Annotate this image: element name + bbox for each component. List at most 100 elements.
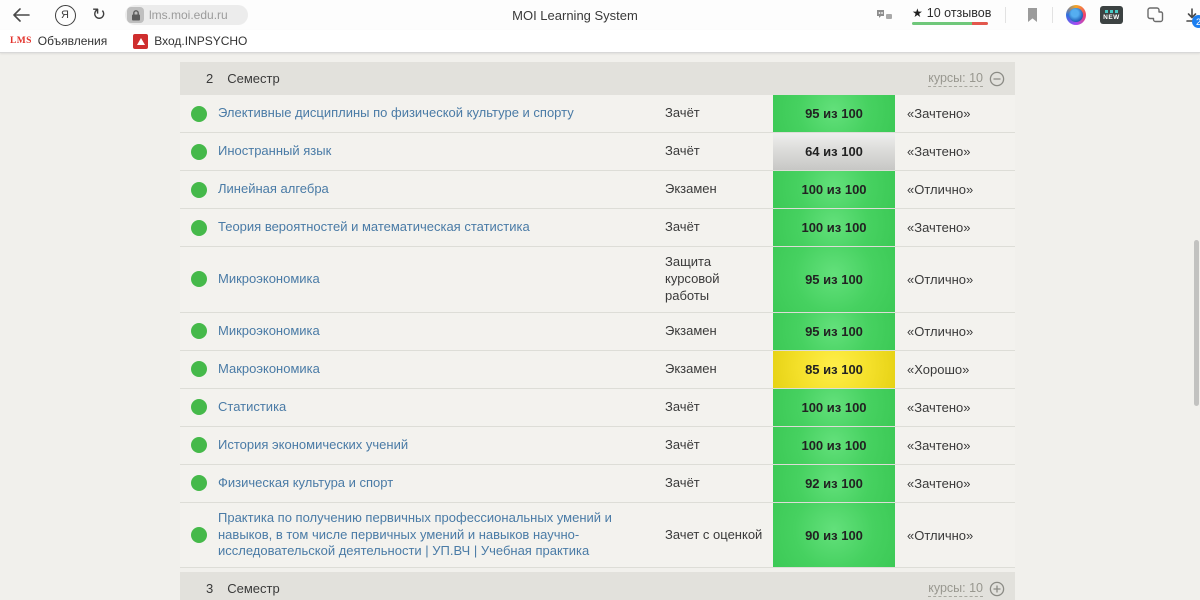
lock-icon[interactable] [127, 7, 144, 23]
score-badge: 64 из 100 [773, 133, 895, 170]
course-link[interactable]: Элективные дисциплины по физической куль… [218, 98, 665, 129]
course-link[interactable]: Линейная алгебра [218, 174, 665, 205]
grade-label: «Зачтено» [907, 220, 971, 235]
bookmarks-bar: LMS Объявления Вход.INPSYCHO [0, 30, 1200, 53]
course-link[interactable]: Практика по получению первичных професси… [218, 503, 665, 568]
assessment-type: Зачёт [665, 143, 700, 159]
rating-bar [912, 21, 988, 25]
status-dot-icon [191, 219, 207, 236]
status-dot-icon [191, 399, 207, 416]
status-dot-icon [191, 323, 207, 340]
course-link[interactable]: Статистика [218, 392, 665, 423]
semester-number: 2 [206, 71, 214, 86]
status-dot-icon [191, 271, 207, 288]
course-link[interactable]: Физическая культура и спорт [218, 468, 665, 499]
grades-panel: 2 Семестр курсы: 10 Элективные дисциплин… [180, 62, 1015, 600]
course-link[interactable]: Иностранный язык [218, 136, 665, 167]
score-badge: 95 из 100 [773, 312, 895, 350]
course-row: Статистика Зачёт 100 из 100 «Зачтено» [180, 388, 1015, 427]
grade-label: «Зачтено» [907, 144, 971, 159]
score-badge: 100 из 100 [773, 426, 895, 464]
course-link[interactable]: История экономических учений [218, 430, 665, 461]
new-label: NEW [1103, 13, 1120, 21]
lms-favicon: LMS [10, 36, 32, 46]
extension-color-circle-icon[interactable] [1066, 5, 1086, 25]
semester-title: Семестр [227, 71, 280, 86]
grade-label: «Отлично» [907, 182, 974, 197]
score-badge: 85 из 100 [773, 350, 895, 388]
assessment-type: Экзамен [665, 181, 717, 197]
courses-count-link[interactable]: курсы: 10 [928, 71, 983, 87]
toolbar-separator [1005, 7, 1006, 23]
score-badge: 95 из 100 [773, 247, 895, 312]
course-link[interactable]: Микроэкономика [218, 316, 665, 347]
course-link[interactable]: Теория вероятностей и математическая ста… [218, 212, 665, 243]
course-link[interactable]: Макроэкономика [218, 354, 665, 385]
marquee-dots [1105, 9, 1118, 13]
page-content: 2 Семестр курсы: 10 Элективные дисциплин… [0, 53, 1200, 600]
extension-new-icon[interactable]: NEW [1100, 6, 1123, 24]
page-title: MOI Learning System [512, 7, 638, 23]
course-row: Макроэкономика Экзамен 85 из 100 «Хорошо… [180, 350, 1015, 389]
vertical-scrollbar[interactable] [1194, 240, 1199, 406]
semester-3-header: 3 Семестр курсы: 10 [180, 572, 1015, 600]
grade-label: «Зачтено» [907, 106, 971, 121]
status-dot-icon [191, 361, 207, 378]
bookmark-announcements[interactable]: LMS Объявления [10, 34, 107, 48]
courses-count-link[interactable]: курсы: 10 [928, 581, 983, 597]
score-badge: 100 из 100 [773, 171, 895, 208]
course-row: Практика по получению первичных професси… [180, 502, 1015, 569]
course-link[interactable]: Микроэкономика [218, 264, 665, 295]
grade-label: «Отлично» [907, 527, 974, 543]
download-count-badge: 2 [1192, 15, 1200, 28]
course-row: Элективные дисциплины по физической куль… [180, 95, 1015, 133]
assessment-type: Зачёт [665, 436, 700, 452]
grade-label: «Отлично» [907, 271, 974, 287]
assessment-type: Защита курсовой работы [665, 254, 720, 303]
course-row: Микроэкономика Экзамен 95 из 100 «Отличн… [180, 312, 1015, 351]
status-dot-icon [191, 105, 207, 122]
status-dot-icon [191, 475, 207, 492]
status-dot-icon [191, 181, 207, 198]
assessment-type: Зачёт [665, 474, 700, 490]
assessment-type: Зачет с оценкой [665, 526, 763, 542]
course-row: Иностранный язык Зачёт 64 из 100 «Зачтен… [180, 133, 1015, 171]
grade-label: «Отлично» [907, 323, 974, 339]
grade-label: «Зачтено» [907, 437, 971, 453]
status-dot-icon [191, 437, 207, 454]
assessment-type: Экзамен [665, 322, 717, 338]
toolbar-separator [1052, 7, 1053, 23]
score-badge: 95 из 100 [773, 95, 895, 132]
score-badge: 100 из 100 [773, 388, 895, 426]
bookmark-label: Вход.INPSYCHO [154, 34, 248, 48]
semester-title: Семестр [227, 581, 280, 597]
course-row: Микроэкономика Защита курсовой работы 95… [180, 247, 1015, 313]
extension-sticker-icon[interactable] [1142, 0, 1166, 30]
course-row: Теория вероятностей и математическая ста… [180, 209, 1015, 247]
score-badge: 100 из 100 [773, 209, 895, 246]
rating-text: 10 отзывов [926, 5, 992, 20]
course-row: История экономических учений Зачёт 100 и… [180, 426, 1015, 465]
score-badge: 92 из 100 [773, 464, 895, 502]
yandex-home-icon[interactable]: Я [52, 0, 78, 30]
back-icon[interactable] [8, 0, 34, 30]
expand-plus-icon[interactable] [989, 581, 1005, 597]
assessment-type: Зачёт [665, 398, 700, 414]
status-dot-icon [191, 143, 207, 160]
semester-number: 3 [206, 581, 214, 597]
bookmark-label: Объявления [37, 34, 108, 48]
site-rating[interactable]: ★ 10 отзывов [912, 0, 991, 30]
grades-table-body: Элективные дисциплины по физической куль… [180, 95, 1015, 569]
star-icon: ★ [912, 5, 923, 20]
bookmark-flag-icon[interactable] [1020, 0, 1044, 30]
collapse-minus-icon[interactable] [989, 71, 1005, 87]
reload-icon[interactable]: ↻ [86, 0, 112, 30]
inpsycho-favicon [133, 33, 149, 49]
browser-toolbar: Я ↻ lms.moi.edu.ru MOI Learning System ★… [0, 0, 1200, 30]
assessment-type: Экзамен [665, 360, 717, 376]
address-bar[interactable]: lms.moi.edu.ru [125, 5, 248, 25]
grade-label: «Хорошо» [907, 361, 970, 377]
bookmark-inpsycho-login[interactable]: Вход.INPSYCHO [133, 33, 248, 49]
site-protect-icon[interactable] [872, 0, 896, 30]
assessment-type: Зачёт [665, 219, 700, 235]
